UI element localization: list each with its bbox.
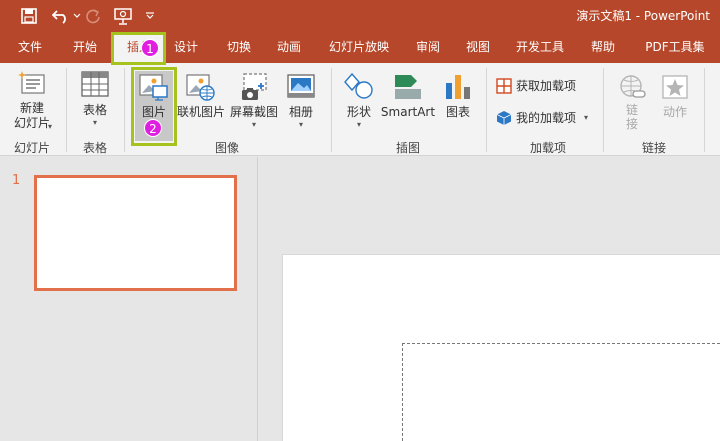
link-globe-icon	[620, 75, 646, 98]
undo-icon[interactable]	[50, 0, 72, 32]
group-label-tables: 表格	[82, 141, 107, 155]
tab-animations[interactable]: 动画	[269, 32, 309, 63]
tab-help[interactable]: 帮助	[583, 32, 623, 63]
group-label-illustrations: 插图	[395, 141, 420, 155]
slide-number: 1	[12, 173, 21, 188]
redo-icon	[84, 0, 102, 32]
action-label: 动作	[662, 105, 687, 119]
group-label-addins: 加载项	[529, 141, 566, 155]
chart-button[interactable]: 图表	[440, 71, 476, 120]
text-placeholder[interactable]	[402, 343, 720, 441]
chart-label: 图表	[445, 105, 470, 119]
get-addins-button[interactable]: 获取加载项	[496, 77, 576, 94]
chevron-down-icon: ▾	[356, 120, 361, 129]
step-badge-2: 2	[144, 119, 162, 137]
save-icon[interactable]	[18, 0, 40, 32]
shapes-button[interactable]: 形状 ▾	[340, 71, 378, 130]
ribbon: 新建 幻灯片 ▾ 幻灯片 表格 ▾ 表格 图片 联机图片 屏幕截图 ▾ 相册 ▾…	[0, 63, 720, 156]
group-divider	[66, 68, 67, 152]
ribbon-tabs: 文件 开始 插入 设计 切换 动画 幻灯片放映 审阅 视图 开发工具 帮助 PD…	[0, 32, 720, 63]
screenshot-label: 屏幕截图	[229, 105, 278, 119]
table-icon	[81, 71, 109, 97]
my-addins-label: 我的加载项	[516, 111, 577, 125]
screenshot-button[interactable]: 屏幕截图 ▾	[228, 71, 280, 130]
action-button[interactable]: 动作	[656, 71, 694, 120]
tab-slideshow[interactable]: 幻灯片放映	[320, 32, 398, 63]
group-divider	[124, 68, 125, 152]
group-label-slides: 幻灯片	[13, 141, 50, 155]
new-slide-icon	[18, 71, 45, 94]
group-divider	[486, 68, 487, 152]
photo-album-icon	[287, 74, 315, 98]
online-picture-icon	[186, 74, 215, 101]
group-label-links: 链接	[641, 141, 666, 155]
group-divider	[704, 68, 705, 152]
group-divider	[331, 68, 332, 152]
online-picture-label: 联机图片	[176, 105, 225, 119]
my-addins-button[interactable]: 我的加载项 ▾	[496, 109, 588, 126]
customize-qat-icon[interactable]	[143, 0, 157, 32]
photo-album-label: 相册	[288, 105, 313, 119]
tab-transitions[interactable]: 切换	[219, 32, 259, 63]
presentation-start-icon[interactable]	[112, 0, 134, 32]
addins-cube-icon	[496, 110, 512, 125]
tab-home[interactable]: 开始	[60, 32, 110, 63]
smartart-label: SmartArt	[380, 105, 436, 119]
chart-icon	[446, 75, 470, 99]
chevron-down-icon: ▾	[584, 112, 589, 122]
tab-review[interactable]: 审阅	[408, 32, 448, 63]
tab-pdf-tools[interactable]: PDF工具集	[636, 32, 714, 63]
smartart-button[interactable]: SmartArt	[380, 71, 436, 120]
tab-file[interactable]: 文件	[8, 32, 52, 63]
new-slide-label: 新建 幻灯片	[13, 101, 50, 130]
window-title: 演示文稿1 - PowerPoint	[576, 9, 710, 23]
shapes-label: 形状	[346, 105, 371, 119]
get-addins-label: 获取加载项	[516, 79, 577, 93]
store-icon	[496, 77, 512, 94]
smartart-icon	[395, 75, 421, 99]
title-bar: 演示文稿1 - PowerPoint	[0, 0, 720, 32]
slide-thumbnail[interactable]	[34, 175, 237, 291]
chevron-down-icon: ▾	[298, 120, 303, 129]
group-divider	[603, 68, 604, 152]
online-picture-button[interactable]: 联机图片	[176, 71, 226, 120]
table-label: 表格	[82, 103, 107, 117]
tab-view[interactable]: 视图	[458, 32, 498, 63]
chevron-down-icon[interactable]: ▾	[48, 122, 52, 132]
chevron-down-icon: ▾	[251, 120, 256, 129]
tab-developer[interactable]: 开发工具	[508, 32, 572, 63]
action-star-icon	[662, 75, 688, 99]
tab-design[interactable]: 设计	[166, 32, 206, 63]
step-badge-1: 1	[141, 39, 159, 57]
shapes-icon	[344, 73, 373, 99]
table-button[interactable]: 表格 ▾	[74, 71, 116, 128]
photo-album-button[interactable]: 相册 ▾	[282, 71, 320, 130]
undo-dropdown-icon[interactable]	[72, 0, 82, 32]
screenshot-icon	[242, 73, 267, 100]
chevron-down-icon: ▾	[92, 118, 97, 127]
link-label: 链 接	[625, 103, 638, 131]
link-button[interactable]: 链 接	[614, 71, 650, 131]
